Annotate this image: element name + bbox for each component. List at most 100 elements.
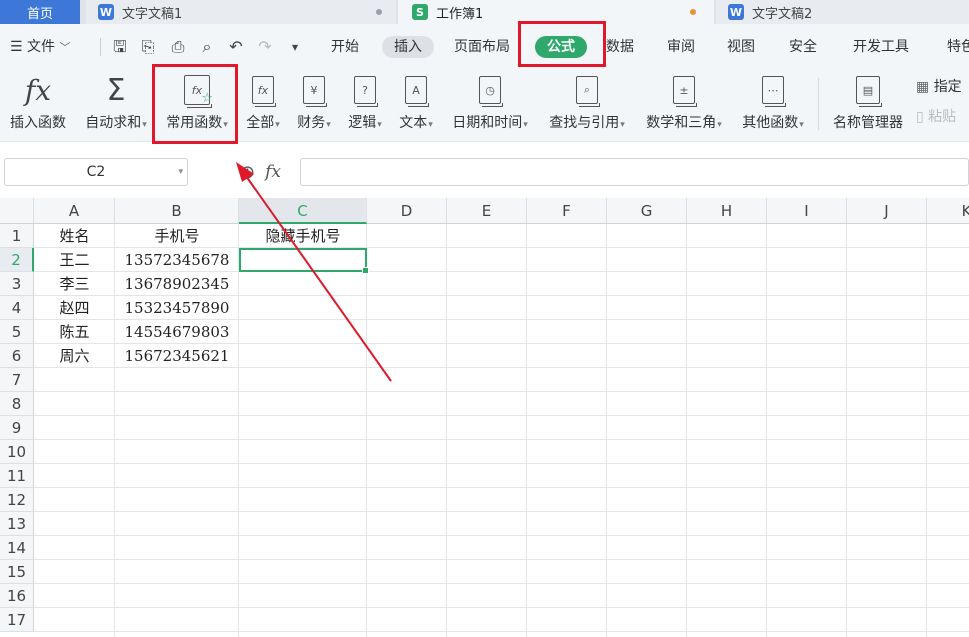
grid-row-line [34, 511, 969, 512]
row-header[interactable]: 13 [0, 512, 34, 536]
row-header[interactable]: 5 [0, 320, 34, 344]
fx-label[interactable]: fx [265, 162, 281, 182]
table-cell[interactable] [239, 344, 367, 368]
table-cell[interactable]: 李三 [34, 272, 115, 296]
row-header[interactable]: 6 [0, 344, 34, 368]
table-cell[interactable] [239, 296, 367, 320]
column-header[interactable]: I [767, 198, 847, 224]
tab-close-dot-icon[interactable] [376, 9, 382, 15]
save-icon[interactable]: 🖫 [110, 37, 130, 57]
table-cell[interactable]: 陈五 [34, 320, 115, 344]
print-icon[interactable]: ⎙ [168, 37, 188, 57]
paste-name-button[interactable]: ▯ 粘贴 [916, 106, 956, 126]
specify-label: 指定 [933, 79, 962, 95]
undo-icon[interactable]: ↶ [226, 37, 246, 57]
menu-data[interactable]: 数据 [606, 35, 634, 59]
row-header[interactable]: 15 [0, 560, 34, 584]
format-painter-icon[interactable]: ⎘ [138, 37, 158, 57]
name-box[interactable]: C2 ▾ [4, 158, 188, 186]
paste-icon: ▯ [916, 109, 924, 125]
table-cell[interactable]: 王二 [34, 248, 115, 272]
menu-developer-tools[interactable]: 开发工具 [853, 35, 909, 59]
formula-input[interactable] [300, 158, 969, 186]
insert-function-button[interactable]: fx 插入函数 [6, 72, 70, 134]
menu-view[interactable]: 视图 [727, 35, 755, 59]
table-cell[interactable]: 14554679803 [115, 320, 239, 344]
table-cell[interactable]: 赵四 [34, 296, 115, 320]
row-header[interactable]: 10 [0, 440, 34, 464]
column-header[interactable]: E [447, 198, 527, 224]
row-header[interactable]: 16 [0, 584, 34, 608]
name-manager-button[interactable]: ▤ 名称管理器 [828, 72, 908, 134]
column-header[interactable]: F [527, 198, 607, 224]
auto-sum-button[interactable]: Σ 自动求和▾ [80, 72, 152, 134]
row-header[interactable]: 7 [0, 368, 34, 392]
unsaved-dot-icon [690, 9, 696, 15]
caret-down-icon: ▾ [326, 120, 331, 130]
row-header[interactable]: 3 [0, 272, 34, 296]
grid-row-line [34, 607, 969, 608]
specify-name-button[interactable]: ▦ 指定 [916, 76, 962, 96]
column-header[interactable]: G [607, 198, 687, 224]
row-header[interactable]: 11 [0, 464, 34, 488]
menu-features[interactable]: 特色 [947, 35, 969, 59]
column-header[interactable]: D [367, 198, 447, 224]
fx-icon: fx [24, 73, 52, 107]
row-header[interactable]: 12 [0, 488, 34, 512]
table-cell[interactable] [239, 272, 367, 296]
column-header[interactable]: H [687, 198, 767, 224]
table-cell[interactable]: 13572345678 [115, 248, 239, 272]
tab-home-label: 首页 [26, 6, 53, 22]
table-cell[interactable]: 手机号 [115, 224, 239, 248]
financial-functions-button[interactable]: ¥ 财务▾ [292, 72, 336, 134]
menu-security[interactable]: 安全 [789, 35, 817, 59]
tab-home[interactable]: 首页 [0, 0, 80, 24]
menu-start[interactable]: 开始 [331, 35, 359, 59]
table-cell[interactable]: 15323457890 [115, 296, 239, 320]
table-cell[interactable]: 隐藏手机号 [239, 224, 367, 248]
text-functions-button[interactable]: A 文本▾ [394, 72, 438, 134]
lookup-reference-label: 查找与引用 [549, 115, 620, 131]
menu-review[interactable]: 审阅 [667, 35, 695, 59]
math-trig-button[interactable]: ± 数学和三角▾ [640, 72, 728, 134]
menu-insert[interactable]: 插入 [382, 36, 434, 58]
other-functions-button[interactable]: ⋯ 其他函数▾ [737, 72, 809, 134]
table-cell[interactable]: 周六 [34, 344, 115, 368]
row-header[interactable]: 14 [0, 536, 34, 560]
row-header[interactable]: 17 [0, 608, 34, 632]
row-header[interactable]: 8 [0, 392, 34, 416]
chevron-down-icon: ﹀ [59, 41, 71, 54]
caret-down-icon: ▾ [275, 120, 280, 130]
date-time-functions-button[interactable]: ◷ 日期和时间▾ [446, 72, 534, 134]
active-cell-selection[interactable] [239, 248, 369, 274]
select-all-corner[interactable] [0, 198, 34, 224]
tab-document-2-label: 文字文稿2 [752, 6, 813, 22]
row-header[interactable]: 2 [0, 248, 34, 272]
table-cell[interactable]: 15672345621 [115, 344, 239, 368]
row-header[interactable]: 4 [0, 296, 34, 320]
caret-down-icon: ▾ [717, 120, 722, 130]
grid-column-line [686, 224, 687, 637]
file-menu[interactable]: ☰ 文件 ﹀ [10, 35, 70, 59]
column-header[interactable]: A [34, 198, 115, 224]
column-header[interactable]: J [847, 198, 927, 224]
menu-page-layout[interactable]: 页面布局 [454, 35, 510, 59]
tab-document-1[interactable]: W 文字文稿1 [86, 0, 396, 24]
print-preview-icon[interactable]: ⌕ [197, 37, 217, 57]
customize-dropdown-icon[interactable]: ▾ [285, 37, 305, 57]
row-header[interactable]: 9 [0, 416, 34, 440]
table-cell[interactable]: 姓名 [34, 224, 115, 248]
table-cell[interactable] [239, 320, 367, 344]
row-header[interactable]: 1 [0, 224, 34, 248]
formula-bar: C2 ▾ ⊕ fx [0, 150, 969, 194]
all-functions-button[interactable]: fx 全部▾ [240, 72, 286, 134]
lookup-reference-button[interactable]: ⌕ 查找与引用▾ [543, 72, 631, 134]
table-cell[interactable]: 13678902345 [115, 272, 239, 296]
redo-icon[interactable]: ↷ [255, 37, 275, 57]
tab-document-2[interactable]: W 文字文稿2 [716, 0, 969, 24]
zoom-magnifier-icon[interactable]: ⊕ [240, 162, 255, 183]
column-header[interactable]: B [115, 198, 239, 224]
logical-functions-button[interactable]: ? 逻辑▾ [343, 72, 387, 134]
column-header[interactable]: K [927, 198, 969, 224]
column-header[interactable]: C [239, 198, 367, 224]
